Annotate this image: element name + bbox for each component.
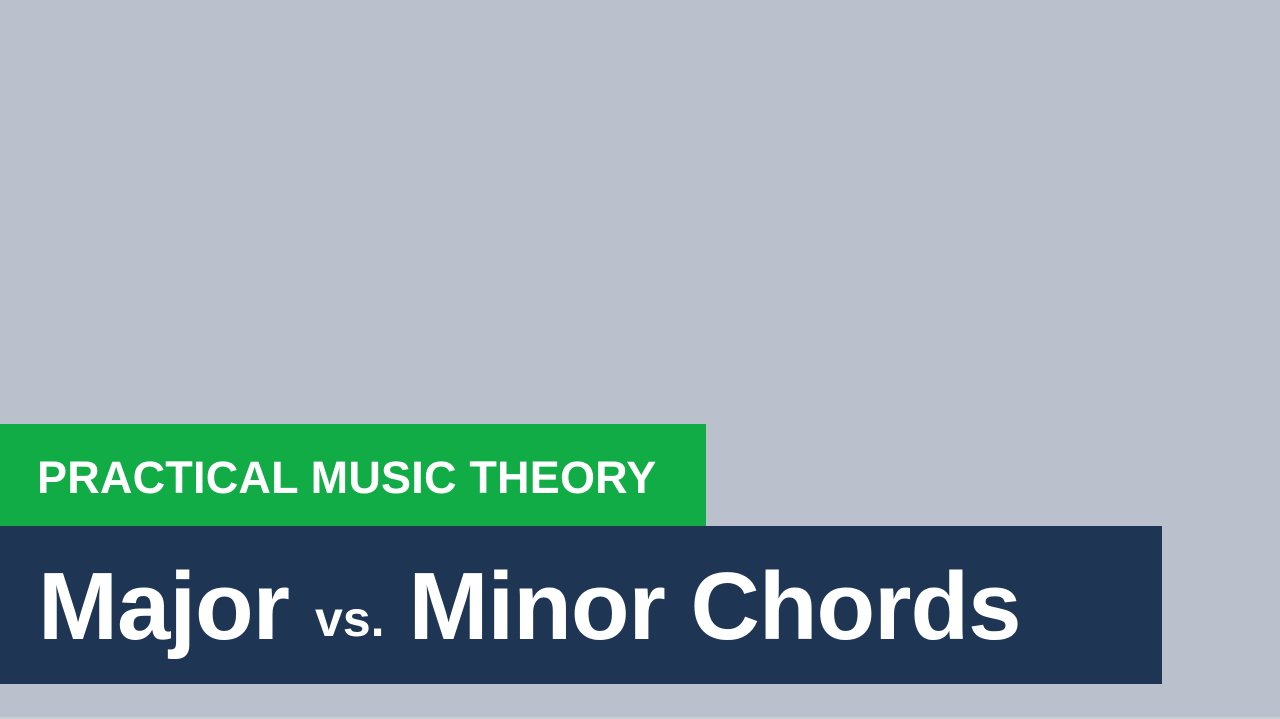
title-banner: Major vs. Minor Chords bbox=[0, 526, 1162, 684]
title-connector: vs. bbox=[315, 591, 385, 647]
series-label: PRACTICAL MUSIC THEORY bbox=[37, 451, 657, 503]
title-first-word: Major bbox=[38, 553, 290, 660]
title-second-phrase: Minor Chords bbox=[408, 553, 1022, 660]
series-banner: PRACTICAL MUSIC THEORY bbox=[0, 424, 706, 526]
